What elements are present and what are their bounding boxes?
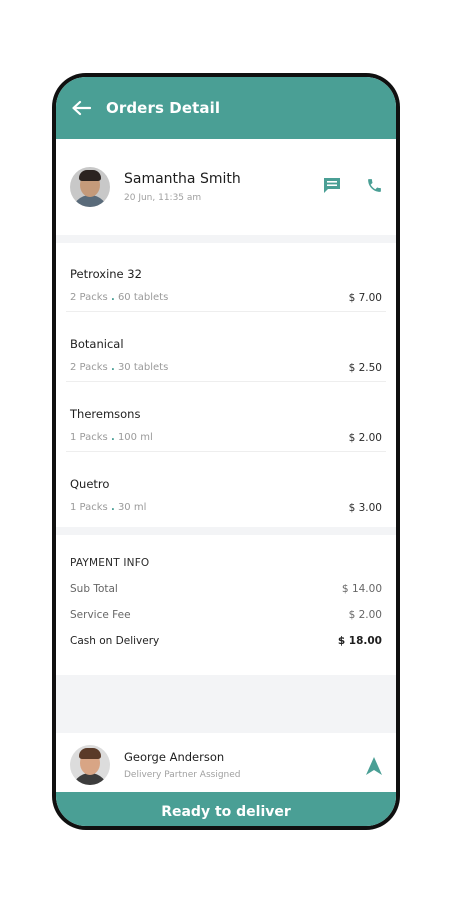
customer-card: Samantha Smith 20 Jun, 11:35 am: [56, 139, 396, 235]
chat-icon[interactable]: [322, 175, 342, 195]
item-detail: 2 Packs . 60 tablets: [70, 292, 169, 303]
navigation-arrow-icon[interactable]: [366, 757, 384, 775]
item-price: $ 2.50: [348, 362, 382, 374]
phone-icon[interactable]: [364, 175, 384, 195]
subtotal-row: Sub Total $ 14.00: [70, 583, 382, 595]
item-price: $ 2.00: [348, 432, 382, 444]
order-items-list: Petroxine 32 2 Packs . 60 tablets $ 7.00…: [56, 242, 396, 522]
app-bar: Orders Detail: [56, 77, 396, 139]
app-screen: Orders Detail Samantha Smith 20 Jun, 11:…: [56, 77, 396, 826]
item-detail: 1 Packs . 30 ml: [70, 502, 147, 513]
customer-info: Samantha Smith 20 Jun, 11:35 am: [124, 171, 241, 203]
spacer-area: [56, 675, 396, 733]
list-item[interactable]: Theremsons 1 Packs . 100 ml $ 2.00: [56, 382, 396, 452]
list-item[interactable]: Botanical 2 Packs . 30 tablets $ 2.50: [56, 312, 396, 382]
customer-name: Samantha Smith: [124, 171, 241, 187]
item-name: Theremsons: [70, 407, 141, 421]
partner-role: Delivery Partner Assigned: [124, 770, 241, 780]
subtotal-value: $ 14.00: [341, 583, 382, 595]
service-fee-value: $ 2.00: [348, 609, 382, 621]
total-label: Cash on Delivery: [70, 635, 160, 647]
item-name: Botanical: [70, 337, 124, 351]
customer-avatar: [70, 167, 110, 207]
total-value: $ 18.00: [337, 635, 382, 647]
item-detail: 2 Packs . 30 tablets: [70, 362, 169, 373]
partner-avatar: [70, 745, 110, 785]
page-title: Orders Detail: [106, 99, 221, 117]
partner-name: George Anderson: [124, 750, 225, 764]
list-item[interactable]: Quetro 1 Packs . 30 ml $ 3.00: [56, 452, 396, 522]
service-fee-row: Service Fee $ 2.00: [70, 609, 382, 621]
list-item[interactable]: Petroxine 32 2 Packs . 60 tablets $ 7.00: [56, 242, 396, 312]
partner-info: George Anderson Delivery Partner Assigne…: [124, 750, 241, 780]
delivery-partner-card: George Anderson Delivery Partner Assigne…: [56, 737, 396, 793]
ready-to-deliver-button[interactable]: Ready to deliver: [56, 792, 396, 826]
payment-info: PAYMENT INFO Sub Total $ 14.00 Service F…: [56, 535, 396, 675]
back-arrow-icon[interactable]: [70, 97, 92, 119]
total-row: Cash on Delivery $ 18.00: [70, 635, 382, 647]
payment-heading: PAYMENT INFO: [70, 557, 150, 569]
service-fee-label: Service Fee: [70, 609, 131, 621]
item-detail: 1 Packs . 100 ml: [70, 432, 153, 443]
item-price: $ 3.00: [348, 502, 382, 514]
subtotal-label: Sub Total: [70, 583, 118, 595]
section-divider: [56, 527, 396, 535]
item-name: Quetro: [70, 477, 110, 491]
item-name: Petroxine 32: [70, 267, 142, 281]
customer-actions: [322, 175, 384, 195]
order-time: 20 Jun, 11:35 am: [124, 193, 202, 203]
phone-frame: Orders Detail Samantha Smith 20 Jun, 11:…: [52, 73, 400, 830]
item-price: $ 7.00: [348, 292, 382, 304]
